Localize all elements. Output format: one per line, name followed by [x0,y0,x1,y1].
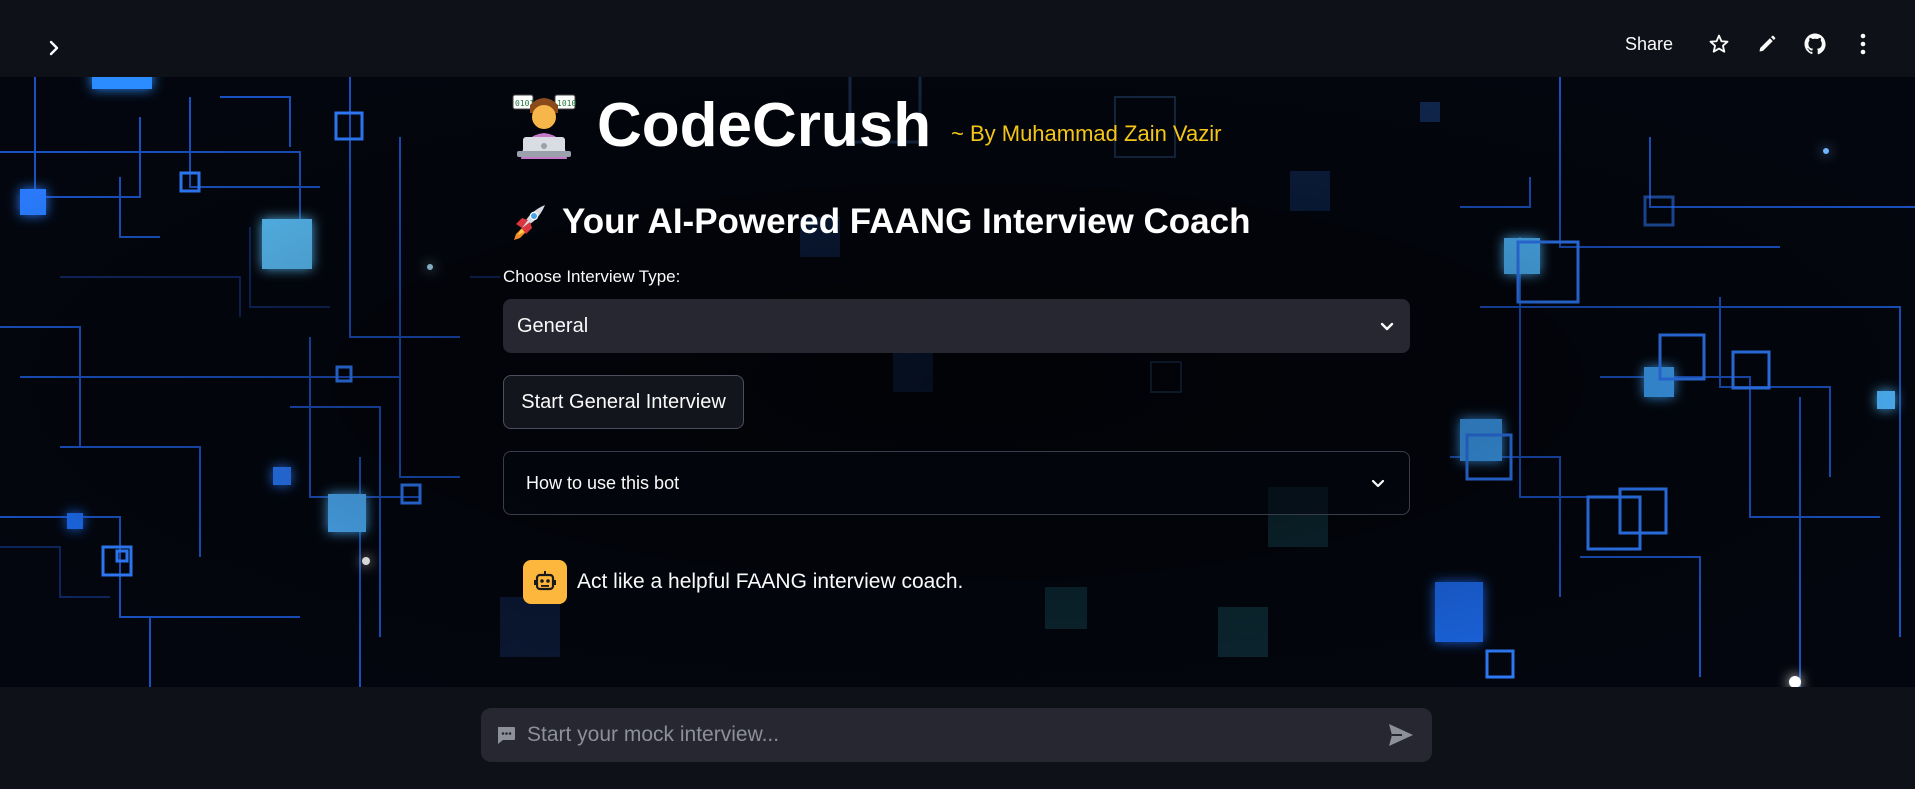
robot-icon [534,571,556,591]
interview-type-value: General [517,314,589,337]
app-subtitle: Your AI-Powered FAANG Interview Coach [562,202,1251,241]
chevron-down-icon [1380,322,1394,331]
star-icon [1709,34,1729,53]
app-title: CodeCrush [597,91,932,160]
chat-input-bar [0,687,1915,789]
technologist-emoji-icon: 0101 1010 [512,94,576,159]
chat-input[interactable] [525,722,1384,748]
send-icon [1389,724,1413,746]
author-byline: ~ By Muhammad Zain Vazir [951,121,1222,146]
header-actions: Share [1625,28,1887,60]
start-interview-button[interactable]: Start General Interview [503,375,744,429]
pencil-icon [1759,35,1776,52]
app-title-row: 0101 1010 CodeCrush ~ By Muhammad Zain V… [511,91,1311,161]
interview-type-label: Choose Interview Type: [503,267,681,286]
github-button[interactable] [1791,28,1839,60]
github-icon [1804,33,1826,55]
subtitle-row: Your AI-Powered FAANG Interview Coach [508,197,1250,247]
chat-message-text: Act like a helpful FAANG interview coach… [577,570,964,593]
assistant-avatar [523,560,567,604]
main-menu-button[interactable] [1839,28,1887,60]
send-button[interactable] [1384,718,1418,752]
sidebar-expand-button[interactable] [42,36,66,60]
svg-text:1010: 1010 [557,99,576,108]
how-to-use-expander[interactable]: How to use this bot [503,451,1410,515]
chevron-down-icon [1371,479,1385,488]
chevron-right-icon [49,40,59,56]
chat-message: Act like a helpful FAANG interview coach… [523,559,963,605]
expander-label: How to use this bot [526,472,680,493]
app-header: Share [0,0,1915,77]
chat-bubble-icon [498,727,515,744]
more-vertical-icon [1860,33,1866,55]
edit-button[interactable] [1743,28,1791,60]
favorite-button[interactable] [1695,28,1743,60]
interview-type-select[interactable]: General [503,299,1410,353]
rocket-emoji-icon [514,205,545,240]
chat-input-container [481,708,1432,762]
share-button[interactable]: Share [1625,34,1673,55]
